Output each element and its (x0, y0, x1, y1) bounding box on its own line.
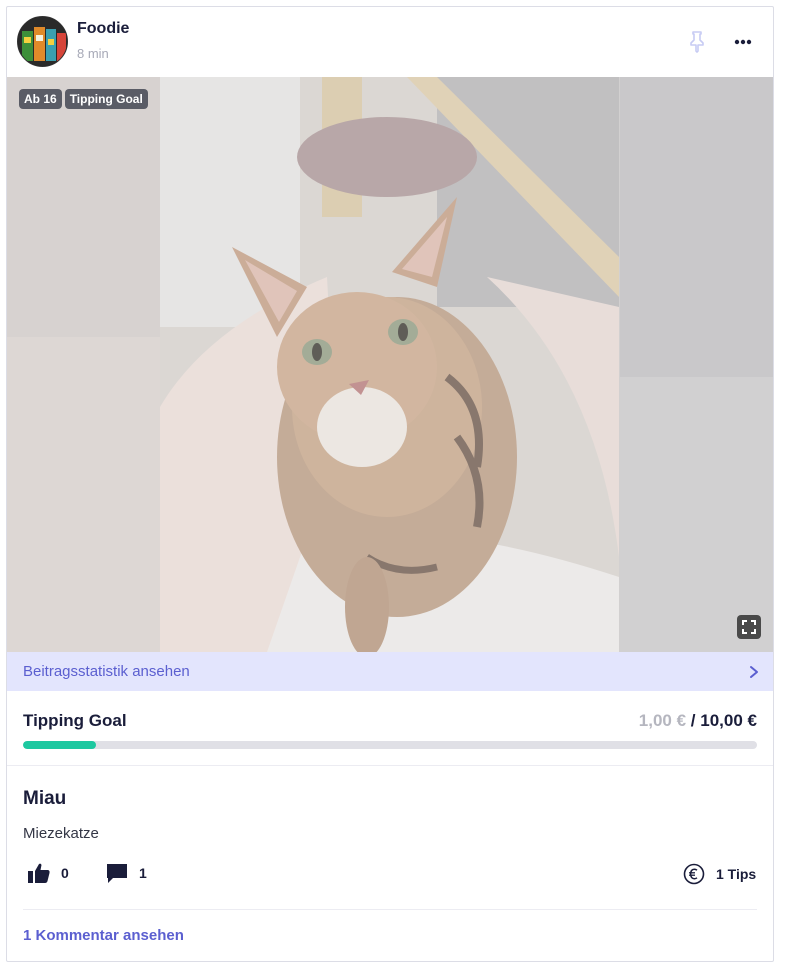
media-badges: Ab 16 Tipping Goal (19, 89, 148, 109)
tipping-goal-progress-fill (23, 741, 97, 749)
comment-button[interactable]: 1 (105, 862, 147, 884)
tipping-goal-amounts: 1,00 € / 10,00 € (639, 711, 757, 731)
tipping-goal-title: Tipping Goal (23, 711, 127, 730)
post-description: Miezekatze (23, 825, 99, 842)
post-statistics-label: Beitragsstatistik ansehen (23, 663, 190, 680)
avatar[interactable] (17, 16, 68, 67)
post-header: Foodie 8 min (7, 7, 773, 77)
divider (23, 909, 757, 910)
post-actions: 0 1 1 Tips (7, 862, 773, 902)
comment-icon (107, 864, 127, 883)
like-button[interactable]: 0 (27, 862, 69, 884)
post-title: Miau (23, 788, 67, 809)
post-statistics-link[interactable]: Beitragsstatistik ansehen (7, 652, 773, 691)
thumbs-up-icon (28, 863, 50, 883)
post-media[interactable]: Ab 16 Tipping Goal (7, 77, 773, 652)
post-time: 8 min (77, 46, 109, 61)
tipping-goal-target: 10,00 € (700, 711, 757, 730)
like-count: 0 (61, 865, 69, 881)
comment-count: 1 (139, 865, 147, 881)
tips-count: 1 Tips (716, 866, 757, 882)
more-icon[interactable] (729, 29, 757, 55)
tips-button[interactable]: 1 Tips (682, 862, 756, 886)
tipping-goal-progress-bar (23, 741, 757, 749)
euro-icon (683, 863, 705, 885)
username[interactable]: Foodie (77, 20, 129, 38)
tipping-goal: Tipping Goal 1,00 € / 10,00 € (7, 691, 773, 766)
post-card: Foodie 8 min Ab 16 Tipping Goal Beitrags… (6, 6, 774, 962)
media-image (7, 77, 773, 652)
chevron-right-icon (750, 666, 758, 678)
tipping-goal-badge: Tipping Goal (64, 89, 148, 109)
tipping-goal-current: 1,00 € (638, 711, 687, 730)
tipping-goal-separator: / (690, 711, 696, 730)
age-badge: Ab 16 (19, 89, 62, 109)
fullscreen-icon[interactable] (737, 615, 761, 639)
pin-icon[interactable] (686, 29, 708, 55)
view-comments-link[interactable]: 1 Kommentar ansehen (23, 927, 184, 944)
